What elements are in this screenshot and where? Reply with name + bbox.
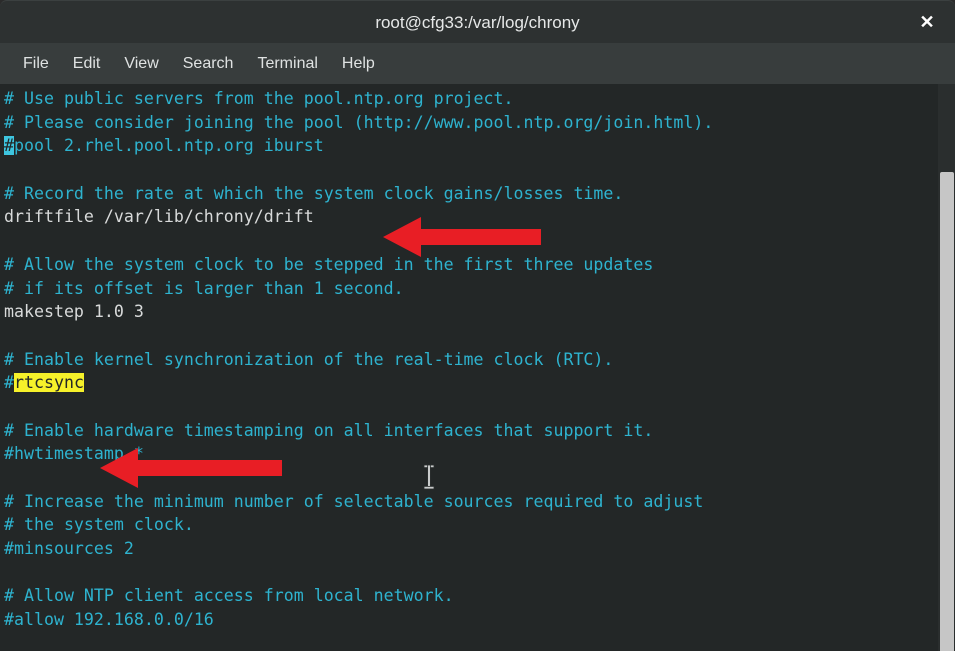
editor-line: driftfile /var/lib/chrony/drift [4, 207, 314, 227]
editor-line: # Use public servers from the pool.ntp.o… [4, 89, 514, 108]
scrollbar-thumb[interactable] [940, 172, 954, 651]
terminal-window: root@cfg33:/var/log/chrony ✕ File Edit V… [0, 0, 955, 651]
menu-item-edit[interactable]: Edit [61, 52, 113, 76]
menu-item-file[interactable]: File [11, 52, 61, 76]
search-highlight: rtcsync [14, 373, 84, 393]
editor-line-text: pool 2.rhel.pool.ntp.org iburst [14, 136, 324, 156]
scrollbar-track[interactable] [938, 84, 955, 651]
editor-line: #pool 2.rhel.pool.ntp.org iburst [4, 134, 934, 158]
editor-line: # Allow NTP client access from local net… [4, 586, 454, 606]
menubar: File Edit View Search Terminal Help [0, 43, 955, 84]
editor-line: # Enable hardware timestamping on all in… [4, 420, 654, 440]
editor-line: # Allow the system clock to be stepped i… [4, 254, 654, 274]
editor-line: #minsources 2 [4, 539, 134, 559]
editor-line: # Enable kernel synchronization of the r… [4, 349, 614, 369]
editor-line: #rtcsync [4, 371, 934, 395]
editor-text-area[interactable]: # Use public servers from the pool.ntp.o… [4, 87, 934, 632]
close-icon[interactable]: ✕ [907, 1, 947, 44]
window-titlebar: root@cfg33:/var/log/chrony ✕ [0, 0, 955, 43]
editor-line: # Increase the minimum number of selecta… [4, 491, 704, 511]
editor-line: # Please consider joining the pool (http… [4, 112, 714, 132]
editor-status-line: 3,1 Top [4, 624, 955, 651]
editor-line: makestep 1.0 3 [4, 302, 144, 322]
menu-item-view[interactable]: View [112, 52, 170, 76]
terminal-screen[interactable]: # Use public servers from the pool.ntp.o… [0, 84, 955, 651]
menu-item-help[interactable]: Help [330, 52, 387, 76]
editor-line-text: # [4, 373, 14, 393]
editor-line: #hwtimestamp * [4, 444, 144, 464]
menu-item-terminal[interactable]: Terminal [245, 52, 329, 76]
window-title: root@cfg33:/var/log/chrony [375, 13, 580, 32]
editor-cursor-block: # [4, 136, 14, 156]
editor-line: # if its offset is larger than 1 second. [4, 278, 404, 298]
editor-line: # the system clock. [4, 515, 194, 535]
menu-item-search[interactable]: Search [171, 52, 246, 76]
editor-line: # Record the rate at which the system cl… [4, 183, 624, 203]
